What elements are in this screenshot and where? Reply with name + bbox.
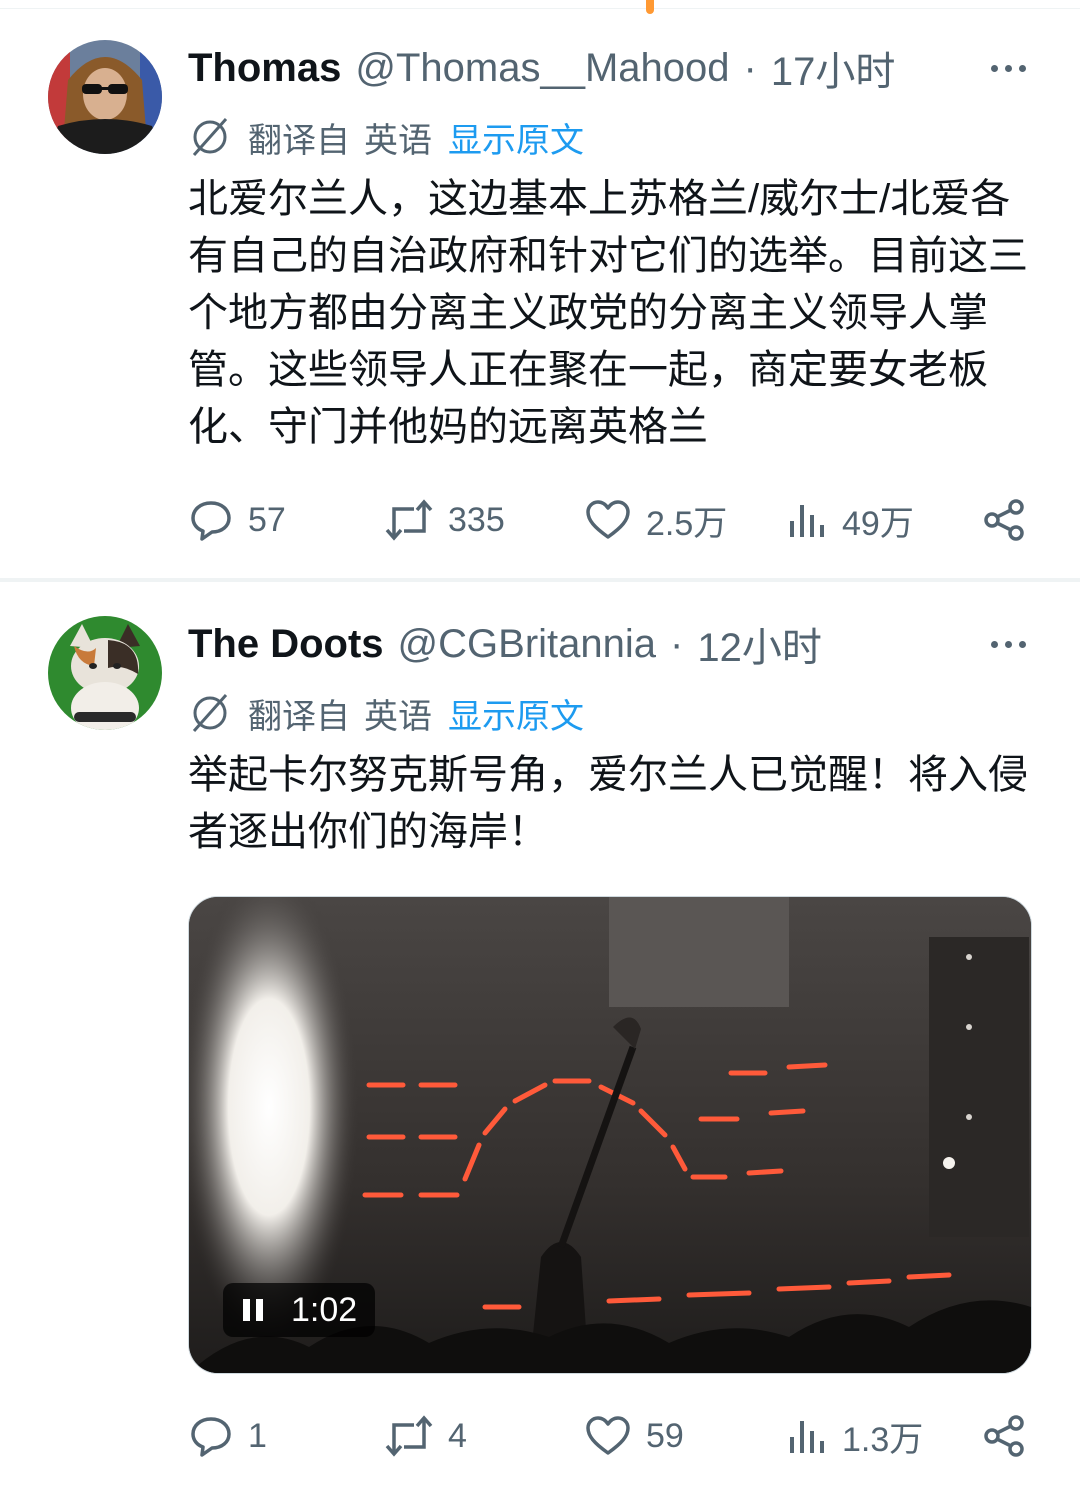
video-player[interactable]: 1:02 [188,896,1032,1374]
views-icon [790,1421,824,1453]
source-language: 英语 [364,121,432,160]
avatar[interactable] [48,40,162,154]
views-button[interactable]: 49万 [786,490,914,550]
tweet-header: The Doots @CGBritannia · 12小时 [188,614,822,674]
like-count: 2.5万 [646,504,728,543]
tweet-header: Thomas @Thomas__Mahood · 17小时 [188,38,895,98]
translate-icon [192,118,228,156]
show-original-link[interactable]: 显示原文 [448,689,584,738]
like-icon [586,500,630,539]
translated-from-label: 翻译自 [248,697,350,736]
translated-from-label: 翻译自 [248,121,350,160]
retweet-icon [385,1415,433,1457]
views-button[interactable]: 1.3万 [786,1406,923,1466]
retweet-icon [385,499,433,541]
views-icon [790,505,824,537]
translation-row: 翻译自 英语 显示原文 [188,112,584,162]
tweet-1[interactable]: Thomas @Thomas__Mahood · 17小时 翻译自 英语 显示原… [0,0,1080,580]
share-icon [984,499,1024,541]
reply-button[interactable]: 57 [188,490,286,550]
view-count: 1.3万 [842,1420,924,1459]
translation-row: 翻译自 英语 显示原文 [188,688,584,738]
retweet-button[interactable]: 4 [384,1406,467,1466]
view-count: 49万 [842,504,914,543]
like-count: 59 [646,1416,684,1455]
more-icon[interactable] [980,48,1036,88]
separator-dot: · [743,45,757,90]
reply-count: 57 [248,500,286,539]
author-name[interactable]: Thomas [188,46,341,91]
action-bar: 57 335 2.5万 49万 [0,490,1080,550]
separator-dot: · [670,621,684,666]
video-timer[interactable]: 1:02 [223,1283,375,1337]
reply-icon [191,501,231,541]
timestamp[interactable]: 17小时 [771,39,896,97]
share-button[interactable] [982,490,1028,550]
video-duration: 1:02 [291,1290,358,1329]
reply-button[interactable]: 1 [188,1406,267,1466]
author-name[interactable]: The Doots [188,622,384,667]
source-language: 英语 [364,697,432,736]
share-button[interactable] [982,1406,1028,1466]
like-button[interactable]: 59 [584,1406,684,1466]
author-handle[interactable]: @Thomas__Mahood [355,46,729,91]
tweet-text: 北爱尔兰人，这边基本上苏格兰/威尔士/北爱各有自己的自治政府和针对它们的选举。目… [188,177,1028,449]
like-button[interactable]: 2.5万 [584,490,727,550]
retweet-count: 4 [448,1416,467,1455]
reply-count: 1 [248,1416,267,1455]
avatar[interactable] [48,616,162,730]
translate-icon [192,694,228,732]
author-handle[interactable]: @CGBritannia [398,622,656,667]
show-original-link[interactable]: 显示原文 [448,113,584,162]
retweet-count: 335 [448,500,505,539]
reply-icon [191,1417,231,1457]
share-icon [984,1415,1024,1457]
like-icon [586,1416,630,1455]
more-icon[interactable] [980,624,1036,664]
tweet-text: 举起卡尔努克斯号角，爱尔兰人已觉醒！将入侵者逐出你们的海岸！ [188,753,1028,854]
pause-icon[interactable] [243,1299,265,1321]
retweet-button[interactable]: 335 [384,490,505,550]
timestamp[interactable]: 12小时 [697,615,822,673]
action-bar: 1 4 59 1.3万 [0,1406,1080,1466]
